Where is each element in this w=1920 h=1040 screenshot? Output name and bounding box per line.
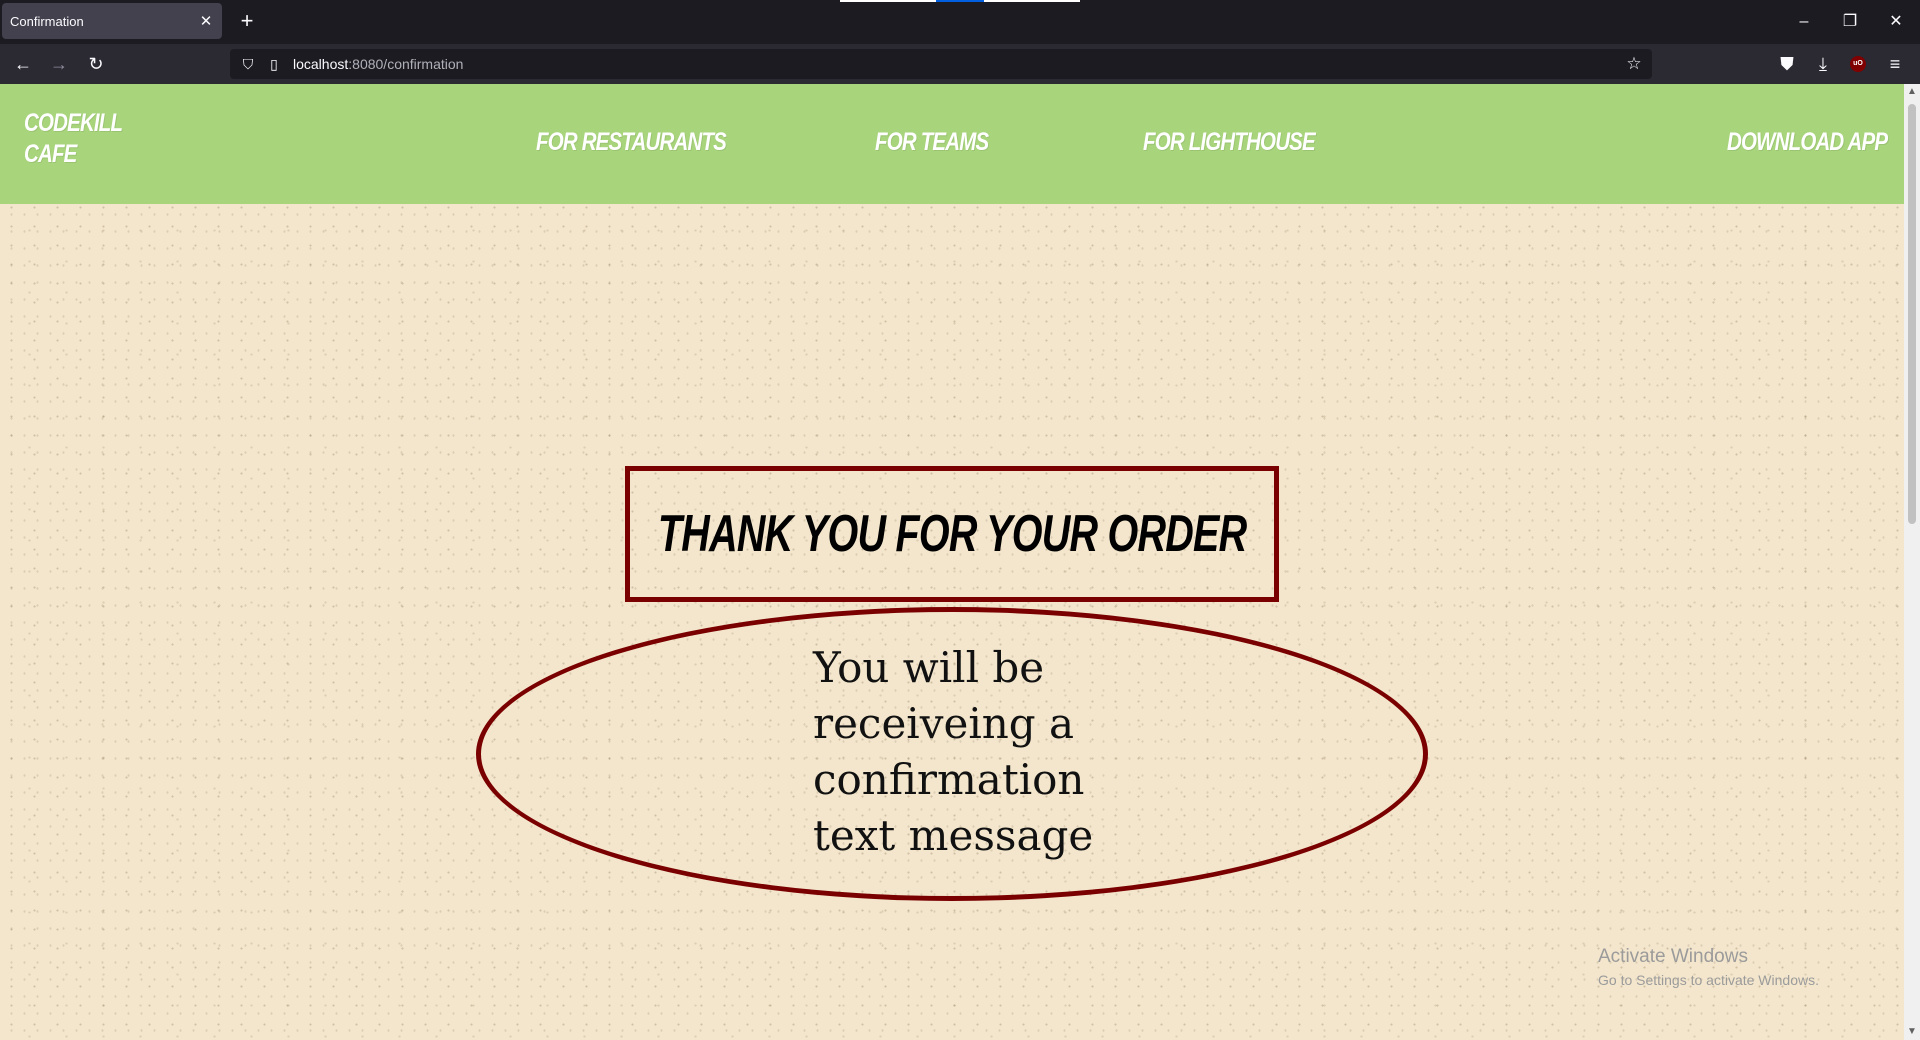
forward-icon[interactable]: → <box>45 50 73 78</box>
page-viewport: CODEKILL CAFE FOR RESTAURANTS FOR TEAMS … <box>0 84 1904 1040</box>
reload-icon[interactable]: ↻ <box>82 50 110 78</box>
nav-download-app[interactable]: DOWNLOAD APP <box>1727 128 1888 157</box>
scrollbar-thumb[interactable] <box>1908 104 1916 524</box>
tab-close-icon[interactable]: ✕ <box>198 12 214 30</box>
tabstrip-indicator <box>840 0 1080 2</box>
ublock-icon[interactable]: uO <box>1850 56 1866 72</box>
back-icon[interactable]: ← <box>9 50 37 78</box>
site-logo[interactable]: CODEKILL CAFE <box>24 108 123 170</box>
page-info-icon[interactable]: ▯ <box>264 54 284 74</box>
nav-for-lighthouse[interactable]: FOR LIGHTHOUSE <box>1143 128 1316 157</box>
window-close-button[interactable]: ✕ <box>1876 8 1916 36</box>
tracking-shield-icon[interactable]: ⛉ <box>238 54 258 74</box>
nav-for-teams[interactable]: FOR TEAMS <box>875 128 989 157</box>
vertical-scrollbar[interactable]: ▲ ▼ <box>1904 84 1920 1040</box>
scroll-down-icon[interactable]: ▼ <box>1904 1024 1920 1040</box>
new-tab-button[interactable]: + <box>234 8 260 34</box>
tab-title: Confirmation <box>10 13 84 29</box>
site-header: CODEKILL CAFE FOR RESTAURANTS FOR TEAMS … <box>0 84 1904 204</box>
windows-activation-watermark: Activate Windows Go to Settings to activ… <box>1598 946 1819 988</box>
download-icon[interactable]: ⤓ <box>1809 50 1837 78</box>
minimize-button[interactable]: – <box>1784 8 1824 36</box>
thank-you-box: THANK YOU FOR YOUR ORDER <box>625 466 1279 602</box>
address-bar[interactable]: ⛉ ▯ localhost:8080/confirmation ☆ <box>230 49 1652 79</box>
confirmation-message: You will be receiveing a confirmation te… <box>813 643 1094 860</box>
tab-bar: Confirmation ✕ + – ❐ ✕ <box>0 0 1920 44</box>
watermark-line-1: Activate Windows <box>1598 946 1748 967</box>
nav-for-restaurants[interactable]: FOR RESTAURANTS <box>536 128 727 157</box>
thank-you-heading: THANK YOU FOR YOUR ORDER <box>657 505 1247 563</box>
scroll-up-icon[interactable]: ▲ <box>1904 84 1920 100</box>
nav-toolbar: ← → ↻ ⛉ ▯ localhost:8080/confirmation ☆ … <box>0 44 1920 84</box>
pocket-icon[interactable]: ⛊ <box>1773 50 1801 78</box>
browser-tab[interactable]: Confirmation ✕ <box>2 3 222 39</box>
watermark-line-2: Go to Settings to activate Windows. <box>1598 972 1819 988</box>
url-text[interactable]: localhost:8080/confirmation <box>293 49 463 79</box>
menu-icon[interactable]: ≡ <box>1881 50 1909 78</box>
restore-button[interactable]: ❐ <box>1830 8 1870 36</box>
bookmark-star-icon[interactable]: ☆ <box>1624 54 1644 74</box>
